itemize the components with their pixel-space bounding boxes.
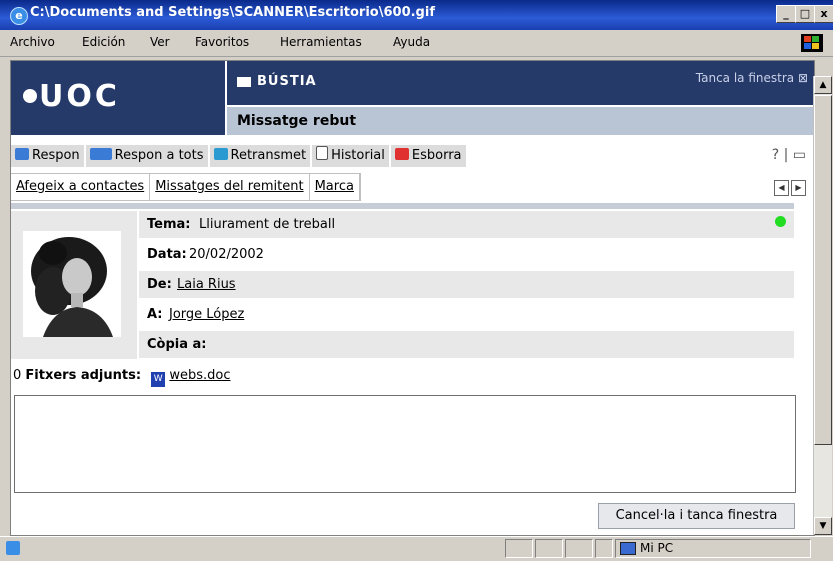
section-title: BÚSTIA (257, 74, 317, 89)
prev-message-icon[interactable]: ◀ (774, 180, 789, 196)
scroll-thumb[interactable] (814, 95, 832, 445)
sender-messages-link[interactable]: Missatges del remitent (150, 174, 310, 200)
to-link[interactable]: Jorge López (169, 307, 244, 322)
subtitle-bar: Missatge rebut (227, 107, 814, 135)
subject-value: Lliurament de treball (199, 217, 336, 232)
header-bar: BÚSTIA Tanca la finestra ⊠ (227, 61, 814, 105)
uoc-logo: UOC (39, 79, 120, 114)
date-row: Data: 20/02/2002 (139, 241, 794, 268)
vertical-scrollbar[interactable]: ▲ ▼ (813, 76, 832, 535)
to-row: A: Jorge López (139, 301, 794, 328)
window-title: C:\Documents and Settings\SCANNER\Escrit… (30, 5, 435, 20)
status-bar: Mi PC (0, 536, 833, 561)
scroll-up-icon[interactable]: ▲ (814, 76, 832, 94)
from-link[interactable]: Laia Rius (177, 277, 236, 292)
scroll-down-icon[interactable]: ▼ (814, 517, 832, 535)
computer-icon (620, 542, 636, 555)
help-icon[interactable]: ? (772, 147, 779, 163)
status-indicator-icon (775, 216, 786, 227)
to-label: A: (147, 307, 163, 322)
from-row: De: Laia Rius (139, 271, 794, 298)
word-doc-icon: W (151, 372, 166, 387)
menu-archivo[interactable]: Archivo (10, 35, 55, 49)
forward-icon (213, 148, 228, 160)
reply-all-button[interactable]: Respon a tots (85, 145, 208, 167)
sender-photo-cell (11, 211, 137, 359)
history-button[interactable]: Historial (312, 145, 389, 167)
cc-label: Còpia a: (147, 337, 207, 352)
page-content: UOC BÚSTIA Tanca la finestra ⊠ Missatge … (10, 60, 815, 536)
uoc-logo-panel: UOC (11, 61, 225, 135)
status-cell (535, 539, 563, 558)
menu-bar: Archivo Edición Ver Favoritos Herramient… (0, 30, 833, 57)
zone-cell: Mi PC (615, 539, 811, 558)
ie-icon: e (10, 7, 28, 25)
forward-button[interactable]: Retransmet (209, 145, 311, 167)
menu-herramientas[interactable]: Herramientas (280, 35, 362, 49)
date-value: 20/02/2002 (189, 247, 264, 262)
header-divider (11, 203, 794, 209)
status-cell (595, 539, 613, 558)
page-title: Missatge rebut (237, 113, 357, 129)
cancel-close-button[interactable]: Cancel·la i tanca finestra (598, 503, 795, 529)
from-label: De: (147, 277, 172, 292)
cc-row: Còpia a: (139, 331, 794, 358)
subject-row: Tema: Lliurament de treball (139, 211, 794, 238)
zone-label: Mi PC (640, 541, 674, 555)
help-print-icons: ? | ▭ (771, 147, 806, 163)
close-button[interactable]: x (814, 5, 833, 23)
date-label: Data: (147, 247, 187, 262)
status-cell (505, 539, 533, 558)
menu-ver[interactable]: Ver (150, 35, 170, 49)
history-icon (316, 146, 329, 160)
minimize-button[interactable]: _ (776, 5, 796, 23)
print-icon[interactable]: ▭ (793, 147, 806, 163)
message-nav: ◀ ▶ (772, 179, 806, 196)
reply-button[interactable]: Respon (11, 145, 84, 167)
menu-favoritos[interactable]: Favoritos (195, 35, 249, 49)
attachments-label: Fitxers adjunts: (25, 368, 142, 383)
reply-all-icon (89, 148, 112, 160)
page-status-icon (6, 541, 20, 555)
window-titlebar: e C:\Documents and Settings\SCANNER\Escr… (0, 0, 833, 30)
close-window-link[interactable]: Tanca la finestra ⊠ (696, 71, 808, 85)
paperclip-icon: 0 (13, 368, 22, 383)
contact-actions: Afegeix a contactes Missatges del remiten… (11, 173, 361, 201)
windows-logo-icon (801, 34, 823, 52)
next-message-icon[interactable]: ▶ (791, 180, 806, 196)
envelope-icon (237, 77, 251, 87)
status-cell (565, 539, 593, 558)
attachment-link[interactable]: webs.doc (169, 368, 230, 383)
maximize-button[interactable]: □ (795, 5, 815, 23)
sender-photo (23, 231, 121, 337)
message-body[interactable] (14, 395, 796, 493)
menu-ayuda[interactable]: Ayuda (393, 35, 430, 49)
message-toolbar: Respon Respon a tots Retransmet Historial Es… (11, 145, 468, 169)
add-contacts-link[interactable]: Afegeix a contactes (11, 174, 151, 200)
reply-icon (15, 148, 29, 160)
mark-link[interactable]: Marca (310, 174, 360, 200)
delete-icon (394, 148, 409, 160)
menu-edicion[interactable]: Edición (82, 35, 125, 49)
subject-label: Tema: (147, 217, 191, 232)
attachments-row: 0 Fitxers adjunts: W webs.doc (13, 368, 230, 387)
delete-button[interactable]: Esborra (390, 145, 466, 167)
logo-dot-icon (23, 89, 37, 103)
